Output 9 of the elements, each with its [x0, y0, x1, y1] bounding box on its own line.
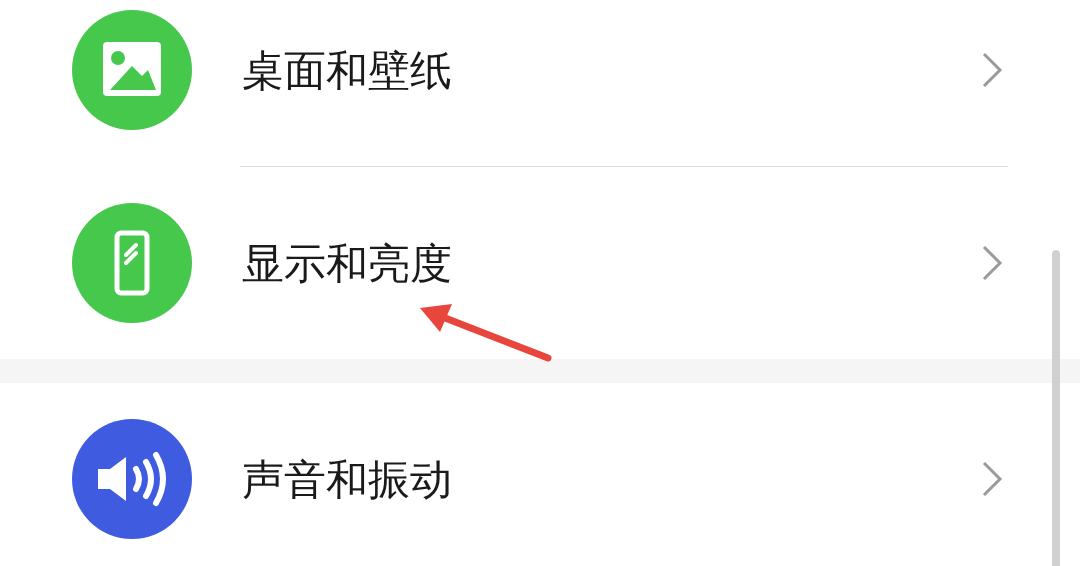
chevron-icon — [980, 243, 1004, 283]
settings-row[interactable]: 显示和亮度 — [0, 167, 1080, 359]
chevron-icon — [980, 459, 1004, 499]
row-label: 桌面和壁纸 — [242, 44, 453, 97]
chevron-icon — [980, 50, 1004, 90]
row-label: 声音和振动 — [242, 453, 453, 506]
row-label: 显示和亮度 — [242, 237, 453, 290]
settings-row[interactable]: 桌面和壁纸 — [0, 0, 1080, 166]
settings-row[interactable]: 声音和振动 — [0, 383, 1080, 566]
